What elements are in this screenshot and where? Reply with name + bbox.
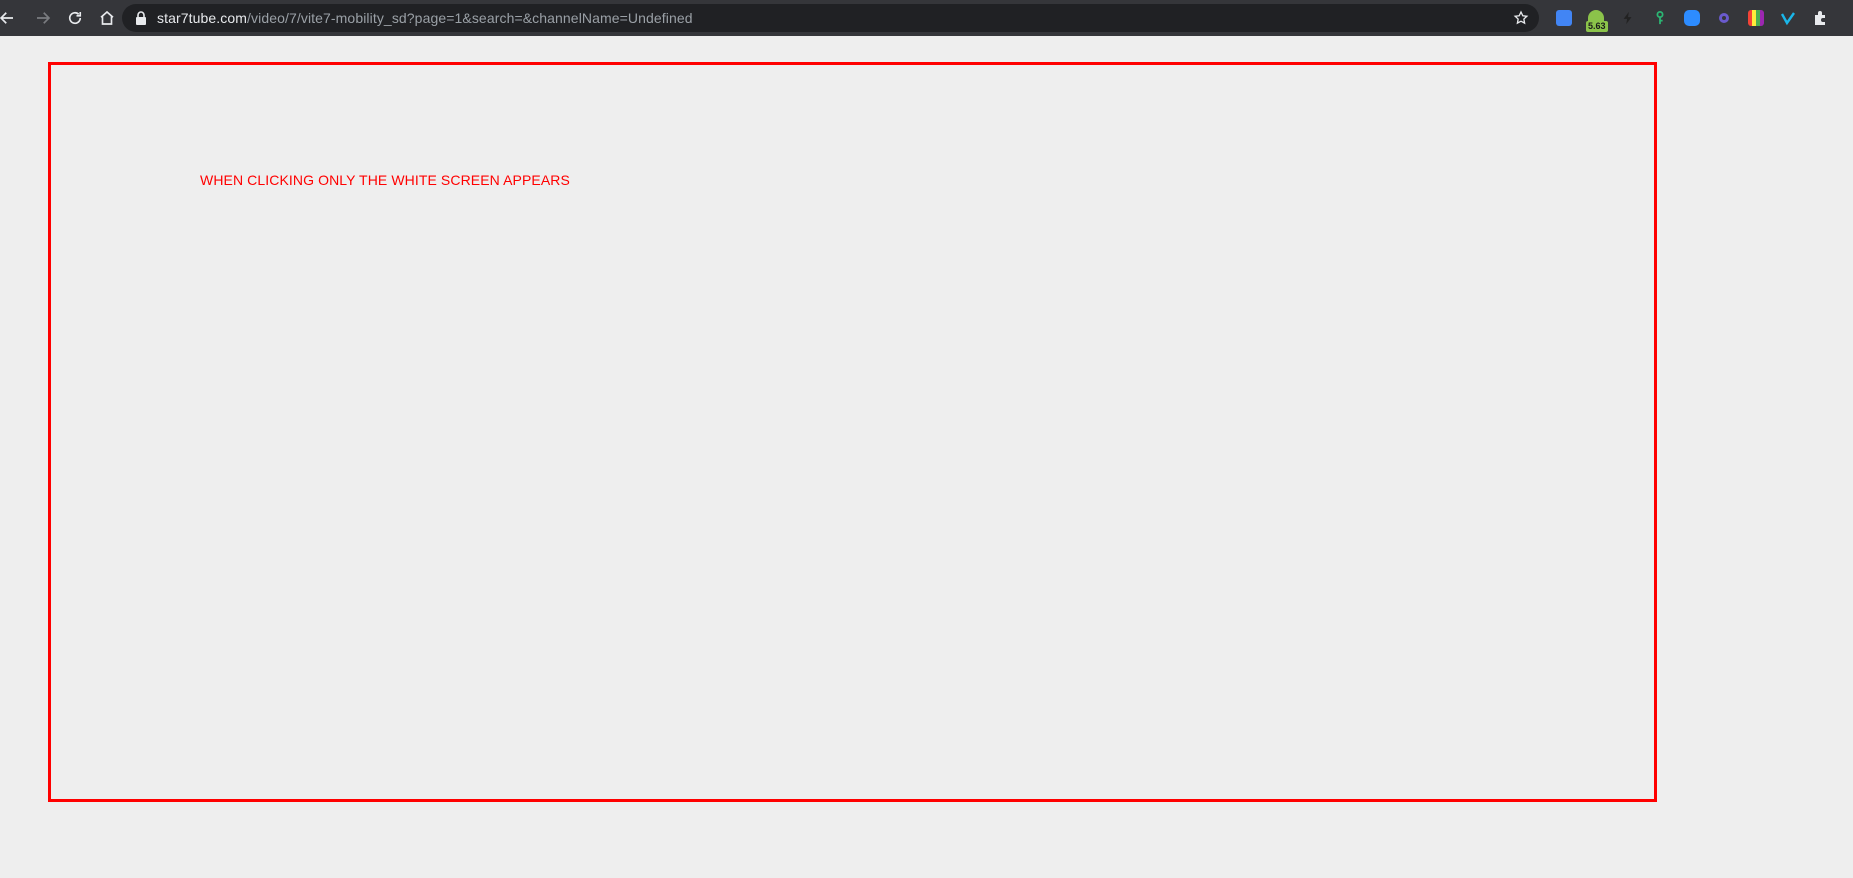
annotation-text: WHEN CLICKING ONLY THE WHITE SCREEN APPE…	[200, 172, 570, 188]
vimeo-extension-icon[interactable]	[1772, 0, 1804, 36]
extension-badge: 5.63	[1586, 21, 1608, 32]
back-arrow-icon	[0, 12, 13, 24]
gear-extension-icon[interactable]	[1708, 0, 1740, 36]
lock-icon	[136, 11, 146, 25]
bolt-extension-icon[interactable]	[1612, 0, 1644, 36]
forward-button[interactable]	[30, 5, 56, 31]
translate-extension-icon[interactable]	[1548, 0, 1580, 36]
android-extension-icon[interactable]: 5.63	[1580, 0, 1612, 36]
star-icon[interactable]	[1513, 10, 1529, 26]
home-icon	[100, 10, 114, 25]
key-extension-icon[interactable]	[1644, 0, 1676, 36]
url-path: /video/7/vite7-mobility_sd?page=1&search…	[247, 10, 693, 26]
reload-button[interactable]	[62, 5, 88, 31]
palette-extension-icon[interactable]	[1740, 0, 1772, 36]
url-text: star7tube.com/video/7/vite7-mobility_sd?…	[157, 10, 693, 26]
home-button[interactable]	[94, 5, 120, 31]
back-button[interactable]	[0, 5, 20, 31]
puzzle-extension-icon[interactable]	[1804, 0, 1836, 36]
address-bar[interactable]: star7tube.com/video/7/vite7-mobility_sd?…	[122, 4, 1539, 32]
forward-arrow-icon	[37, 12, 51, 24]
reload-icon	[68, 11, 82, 25]
url-host: star7tube.com	[157, 10, 248, 26]
zoom-extension-icon[interactable]	[1676, 0, 1708, 36]
browser-toolbar: star7tube.com/video/7/vite7-mobility_sd?…	[0, 0, 1853, 36]
extensions-bar: 5.63	[1548, 0, 1836, 36]
